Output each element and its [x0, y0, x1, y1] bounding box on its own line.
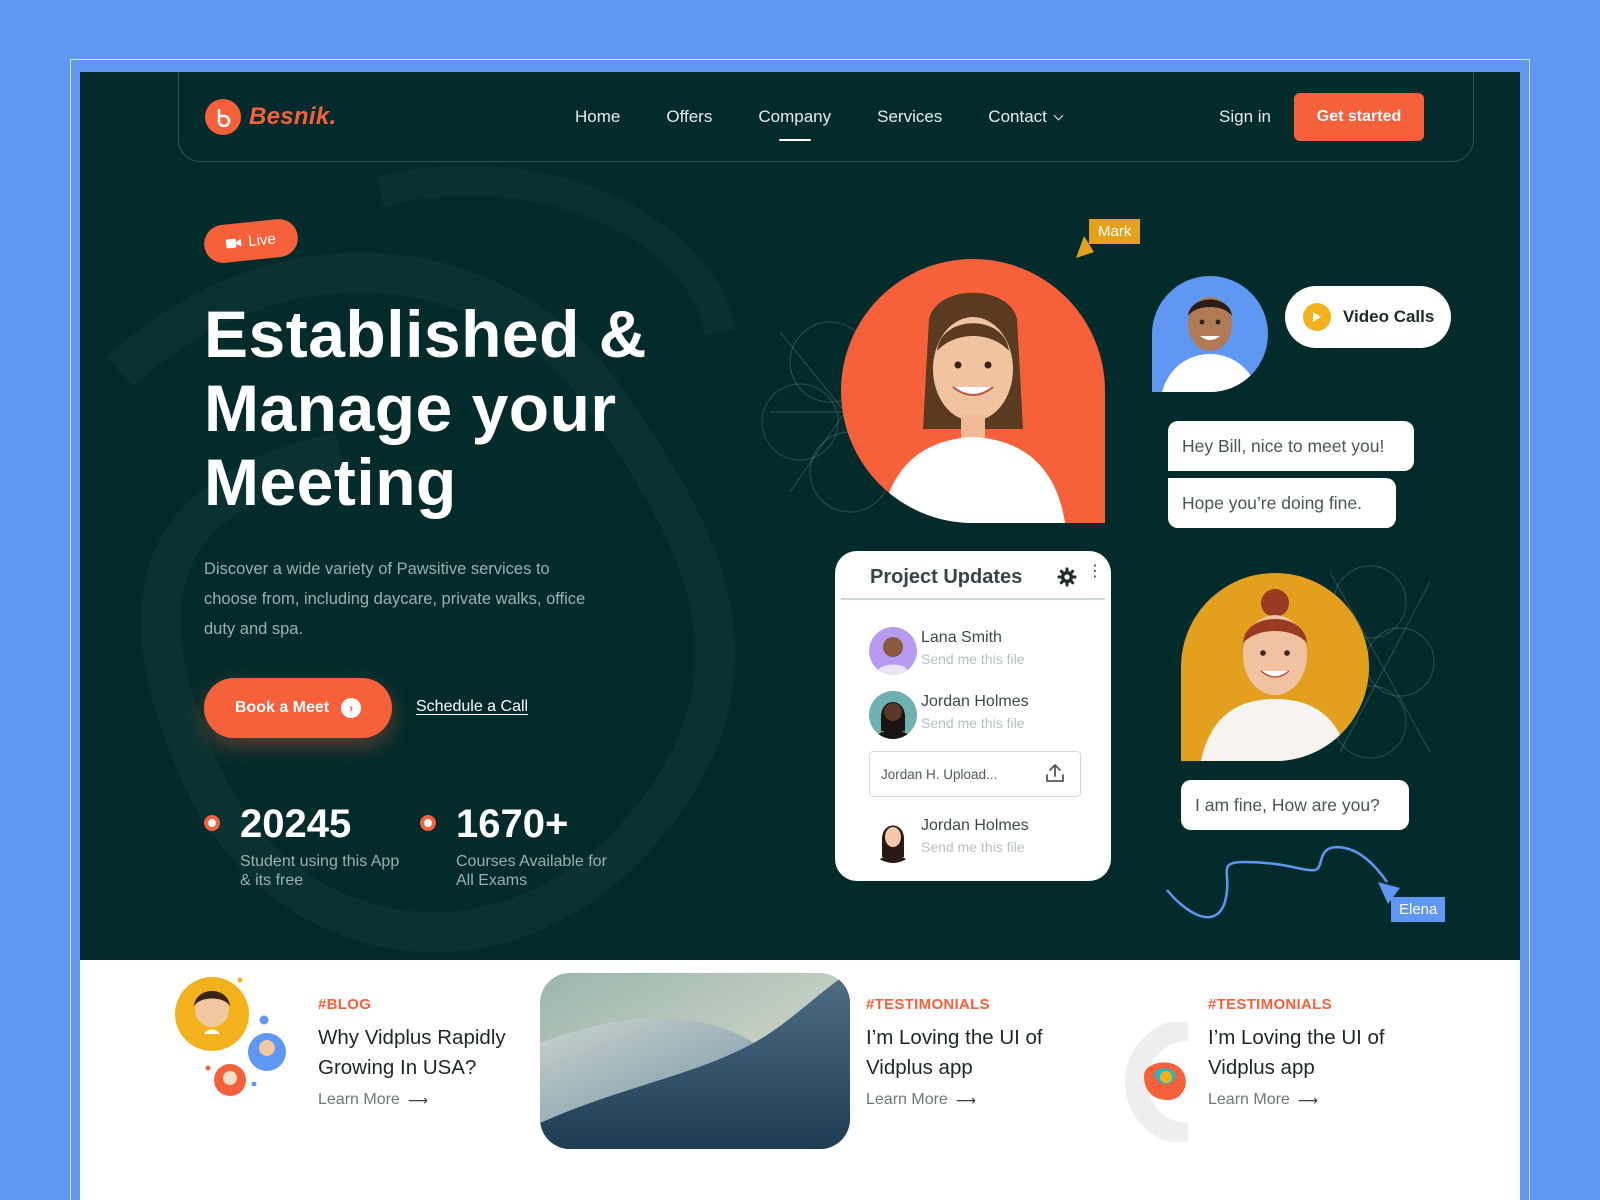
learn-more-link[interactable]: Learn More ⟶	[866, 1091, 1076, 1109]
divider	[841, 598, 1105, 600]
brand-logo[interactable]: Besnik.	[205, 99, 336, 135]
play-icon	[1303, 303, 1331, 331]
list-item-subtitle: Send me this file	[921, 839, 1025, 855]
logo-icon	[205, 99, 241, 135]
avatar	[869, 627, 917, 675]
main-menu: Home Offers Company Services Contact	[575, 107, 1064, 141]
testimonial-card: #TESTIMONIALS I’m Loving the UI of Vidpl…	[1208, 996, 1418, 1109]
list-item-subtitle: Send me this file	[921, 651, 1025, 667]
stat-courses-label: Courses Available for All Exams	[456, 853, 607, 889]
list-item[interactable]: Jordan Holmes Send me this file	[869, 815, 1089, 865]
avatar	[869, 691, 917, 739]
blog-card: #BLOG Why Vidplus Rapidly Growing In USA…	[318, 996, 528, 1109]
nav-item-contact[interactable]: Contact	[988, 107, 1064, 127]
participant-photo-woman-redhead	[1181, 573, 1369, 761]
sign-in-link[interactable]: Sign in	[1219, 107, 1271, 127]
list-item-name: Jordan Holmes	[921, 693, 1029, 710]
cursor-path-decoration	[1166, 845, 1389, 919]
project-updates-title: Project Updates	[870, 566, 1023, 588]
list-item[interactable]: Jordan Holmes Send me this file	[869, 691, 1089, 741]
card-tag: #TESTIMONIALS	[866, 996, 990, 1013]
gear-icon[interactable]	[1057, 567, 1077, 587]
chevron-down-icon	[1053, 110, 1064, 120]
stat-courses-value: 1670+	[456, 802, 569, 846]
upload-icon[interactable]	[1043, 761, 1067, 785]
live-label: Live	[247, 229, 277, 250]
headline-line-3: Meeting	[204, 445, 457, 519]
arrow-right-icon: ⟶	[955, 1091, 976, 1108]
schedule-a-call-link[interactable]: Schedule a Call	[416, 698, 528, 716]
chat-message: Hope you’re doing fine.	[1168, 478, 1396, 528]
nav-item-company[interactable]: Company	[758, 107, 831, 141]
nav-item-contact-label: Contact	[988, 107, 1047, 126]
stat-students-value: 20245	[240, 802, 352, 846]
learn-more-link[interactable]: Learn More ⟶	[1208, 1091, 1418, 1109]
learn-more-label: Learn More	[866, 1091, 948, 1108]
nav-item-home[interactable]: Home	[575, 107, 620, 127]
man-portrait-icon	[1162, 297, 1258, 392]
person-avatar-icon	[877, 825, 909, 863]
top-navigation: Besnik. Home Offers Company Services Con…	[178, 72, 1474, 162]
avatar	[869, 815, 917, 863]
project-updates-card: Project Updates ⋮ Lana Smith Send me thi…	[835, 551, 1111, 881]
woman-portrait-icon	[881, 292, 1065, 523]
headline-line-1: Established &	[204, 297, 647, 371]
stat-students-label: Student using this App & its free	[240, 853, 400, 889]
video-calls-button[interactable]: Video Calls	[1285, 286, 1451, 348]
testimonial-graphic-icon	[1125, 1022, 1189, 1142]
video-calls-label: Video Calls	[1343, 307, 1435, 326]
arrow-right-icon: ›	[341, 698, 362, 718]
card-tag: #TESTIMONIALS	[1208, 996, 1332, 1013]
arrow-right-icon: ⟶	[407, 1091, 428, 1108]
list-item-subtitle: Send me this file	[921, 715, 1025, 731]
landing-page: Besnik. Home Offers Company Services Con…	[80, 72, 1520, 1200]
arrow-right-icon: ⟶	[1297, 1091, 1318, 1108]
dunes-illustration	[540, 973, 850, 1149]
participant-avatar-man[interactable]	[1152, 276, 1268, 392]
headline-line-2: Manage your	[204, 371, 617, 445]
person-avatar-icon	[875, 637, 911, 675]
blog-avatars-illustration	[175, 977, 286, 1096]
testimonial-card: #TESTIMONIALS I’m Loving the UI of Vidpl…	[866, 996, 1076, 1109]
stat-bullet-icon	[420, 815, 436, 831]
get-started-button[interactable]: Get started	[1294, 93, 1424, 141]
abstract-dunes-image	[540, 973, 850, 1149]
book-a-meet-button[interactable]: Book a Meet ›	[204, 678, 392, 738]
learn-more-label: Learn More	[1208, 1091, 1290, 1108]
participant-photo-woman	[841, 259, 1105, 523]
woman-portrait-icon	[1201, 589, 1349, 761]
card-title: I’m Loving the UI of Vidplus app	[866, 1026, 1043, 1079]
chat-message: I am fine, How are you?	[1181, 780, 1409, 830]
learn-more-link[interactable]: Learn More ⟶	[318, 1091, 528, 1109]
hero-headline: Established & Manage your Meeting	[204, 297, 764, 519]
stat-bullet-icon	[204, 815, 220, 831]
nav-item-services[interactable]: Services	[877, 107, 942, 127]
hero-section: Besnik. Home Offers Company Services Con…	[80, 72, 1520, 960]
brand-name: Besnik.	[249, 103, 337, 130]
cursor-tag-mark: Mark	[1089, 219, 1141, 244]
card-tag: #BLOG	[318, 996, 372, 1013]
list-item-name: Jordan Holmes	[921, 817, 1029, 834]
book-a-meet-label: Book a Meet	[234, 699, 330, 716]
hero-description: Discover a wide variety of Pawsitive ser…	[204, 560, 586, 638]
nav-item-offers[interactable]: Offers	[666, 107, 712, 127]
chat-message: Hey Bill, nice to meet you!	[1168, 421, 1414, 471]
video-camera-icon	[226, 238, 242, 248]
card-title: Why Vidplus Rapidly Growing In USA?	[318, 1026, 506, 1079]
learn-more-label: Learn More	[318, 1091, 400, 1108]
card-title: I’m Loving the UI of Vidplus app	[1208, 1026, 1385, 1079]
more-vertical-icon[interactable]: ⋮	[1087, 564, 1103, 580]
person-avatar-icon	[875, 702, 911, 739]
list-item[interactable]: Lana Smith Send me this file	[869, 627, 1089, 677]
cursor-tag-elena: Elena	[1391, 897, 1446, 922]
list-item-name: Lana Smith	[921, 629, 1002, 646]
